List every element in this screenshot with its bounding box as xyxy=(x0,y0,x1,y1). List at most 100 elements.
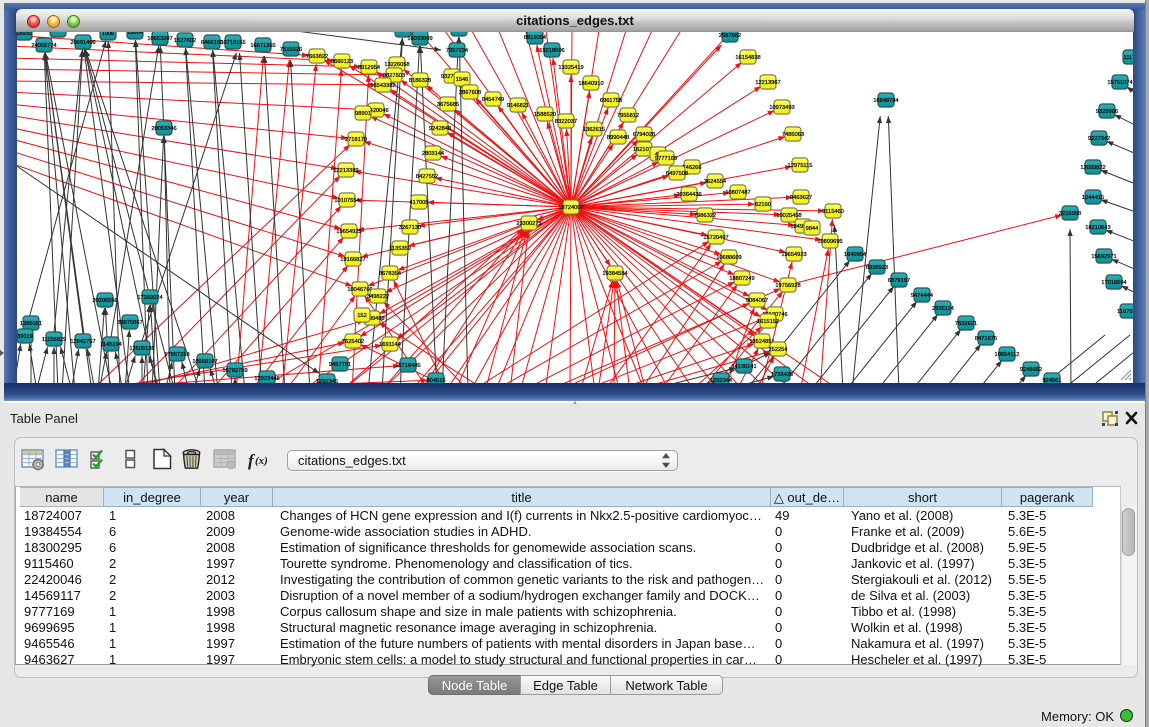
svg-text:6961758: 6961758 xyxy=(600,98,622,104)
svg-text:7632621: 7632621 xyxy=(955,321,977,327)
svg-text:11156829: 11156829 xyxy=(42,337,66,343)
svg-text:8660123: 8660123 xyxy=(331,59,353,65)
svg-text:10973493: 10973493 xyxy=(769,105,794,111)
svg-text:20935: 20935 xyxy=(50,32,66,34)
svg-text:6794028: 6794028 xyxy=(633,132,655,138)
svg-text:9245652: 9245652 xyxy=(1020,367,1042,373)
svg-text:417005: 417005 xyxy=(410,200,429,206)
svg-text:15692971: 15692971 xyxy=(1091,254,1116,260)
svg-text:10653287: 10653287 xyxy=(147,36,172,42)
svg-text:16648784: 16648784 xyxy=(873,98,898,104)
svg-text:19756928: 19756928 xyxy=(775,283,800,289)
svg-text:18724007: 18724007 xyxy=(558,205,583,211)
svg-text:20691406: 20691406 xyxy=(70,40,95,46)
svg-text:18935: 18935 xyxy=(17,32,32,37)
svg-text:19384554: 19384554 xyxy=(602,271,627,277)
svg-text:12093822: 12093822 xyxy=(1080,165,1105,171)
svg-text:9777169: 9777169 xyxy=(655,156,677,162)
svg-text:9329966: 9329966 xyxy=(1096,109,1118,115)
svg-text:16782759: 16782759 xyxy=(222,368,247,374)
svg-text:20206556: 20206556 xyxy=(92,298,117,304)
svg-text:904515: 904515 xyxy=(427,378,446,383)
svg-text:9242848: 9242848 xyxy=(429,126,451,132)
svg-text:16671355: 16671355 xyxy=(250,43,275,49)
svg-text:16543382: 16543382 xyxy=(370,83,395,89)
svg-text:3675685: 3675685 xyxy=(437,102,459,108)
svg-text:1546: 1546 xyxy=(456,77,469,83)
svg-text:252254: 252254 xyxy=(769,347,788,353)
svg-text:9115460: 9115460 xyxy=(822,209,844,215)
svg-text:2718170: 2718170 xyxy=(345,137,367,143)
svg-text:9146821: 9146821 xyxy=(507,103,529,109)
svg-text:17957253: 17957253 xyxy=(164,352,189,358)
svg-text:11171: 11171 xyxy=(1124,55,1133,61)
svg-text:8938923: 8938923 xyxy=(866,265,888,271)
svg-text:924561: 924561 xyxy=(1043,378,1062,383)
svg-text:18807249: 18807249 xyxy=(729,276,754,282)
svg-text:10654112: 10654112 xyxy=(995,352,1020,358)
svg-text:14136141: 14136141 xyxy=(731,364,756,370)
svg-text:13226058: 13226058 xyxy=(384,62,409,68)
svg-text:98901: 98901 xyxy=(355,111,371,117)
svg-text:1244415: 1244415 xyxy=(1082,195,1104,201)
svg-text:10025458: 10025458 xyxy=(776,213,801,219)
svg-text:19218506: 19218506 xyxy=(539,48,564,54)
svg-text:8990448: 8990448 xyxy=(607,135,629,141)
svg-text:(x): (x) xyxy=(255,455,268,467)
svg-text:152: 152 xyxy=(357,313,367,319)
svg-text:10807487: 10807487 xyxy=(725,190,750,196)
svg-text:8471676: 8471676 xyxy=(975,336,997,342)
svg-text:1527602: 1527602 xyxy=(174,38,196,44)
svg-text:9474444: 9474444 xyxy=(911,293,933,299)
svg-text:3498222: 3498222 xyxy=(367,294,389,300)
svg-text:9457791: 9457791 xyxy=(329,362,351,368)
svg-text:15720407: 15720407 xyxy=(703,235,728,241)
svg-text:2867608: 2867608 xyxy=(459,90,481,96)
svg-text:1292345: 1292345 xyxy=(316,379,338,383)
svg-text:2803144: 2803144 xyxy=(422,151,444,157)
svg-text:1135359: 1135359 xyxy=(389,246,411,252)
svg-text:8454749: 8454749 xyxy=(482,97,504,103)
svg-text:23300273: 23300273 xyxy=(516,221,541,227)
svg-text:3267130: 3267130 xyxy=(399,225,421,231)
svg-text:10899695: 10899695 xyxy=(817,239,842,245)
svg-text:8322037: 8322037 xyxy=(555,119,577,125)
svg-text:8427552: 8427552 xyxy=(416,174,438,180)
svg-text:2021406: 2021406 xyxy=(392,32,414,34)
svg-text:15751074: 15751074 xyxy=(1107,80,1132,86)
svg-text:1362615: 1362615 xyxy=(583,127,605,133)
svg-text:3215958: 3215958 xyxy=(1059,211,1081,217)
svg-text:2087682: 2087682 xyxy=(719,33,741,39)
svg-text:7485063: 7485063 xyxy=(782,132,804,138)
svg-text:13325419: 13325419 xyxy=(558,65,583,71)
svg-text:9227342: 9227342 xyxy=(1088,136,1110,142)
svg-text:17016504: 17016504 xyxy=(1101,280,1126,286)
svg-text:8186328: 8186328 xyxy=(409,78,431,84)
svg-text:10719155: 10719155 xyxy=(220,40,245,46)
svg-text:12505135: 12505135 xyxy=(129,346,154,352)
svg-text:1691144: 1691144 xyxy=(379,342,401,348)
svg-text:10688609: 10688609 xyxy=(716,255,741,261)
svg-text:10107554: 10107554 xyxy=(334,198,359,204)
svg-text:1733426: 1733426 xyxy=(771,372,793,378)
svg-text:19654925: 19654925 xyxy=(336,229,361,235)
svg-text:8813054: 8813054 xyxy=(524,35,546,41)
svg-text:39119: 39119 xyxy=(17,334,32,340)
svg-text:19166827: 19166827 xyxy=(340,257,365,263)
svg-text:7357224: 7357224 xyxy=(446,48,468,54)
svg-text:1385051: 1385051 xyxy=(20,321,42,327)
svg-text:9844: 9844 xyxy=(806,226,819,232)
svg-text:7515526: 7515526 xyxy=(280,47,302,53)
svg-text:18640910: 18640910 xyxy=(578,81,603,87)
svg-text:3624554: 3624554 xyxy=(704,179,726,185)
svg-text:16210643: 16210643 xyxy=(1085,225,1110,231)
svg-text:7663822: 7663822 xyxy=(306,54,328,60)
svg-text:1906: 1906 xyxy=(102,32,115,37)
svg-text:1167534: 1167534 xyxy=(1117,309,1133,315)
svg-text:12213389: 12213389 xyxy=(333,168,358,174)
svg-text:19654923: 19654923 xyxy=(781,252,806,258)
svg-text:12213967: 12213967 xyxy=(755,80,780,86)
svg-text:10958107: 10958107 xyxy=(192,359,217,365)
svg-text:30975867: 30975867 xyxy=(117,320,142,326)
svg-text:24055724: 24055724 xyxy=(31,43,56,49)
